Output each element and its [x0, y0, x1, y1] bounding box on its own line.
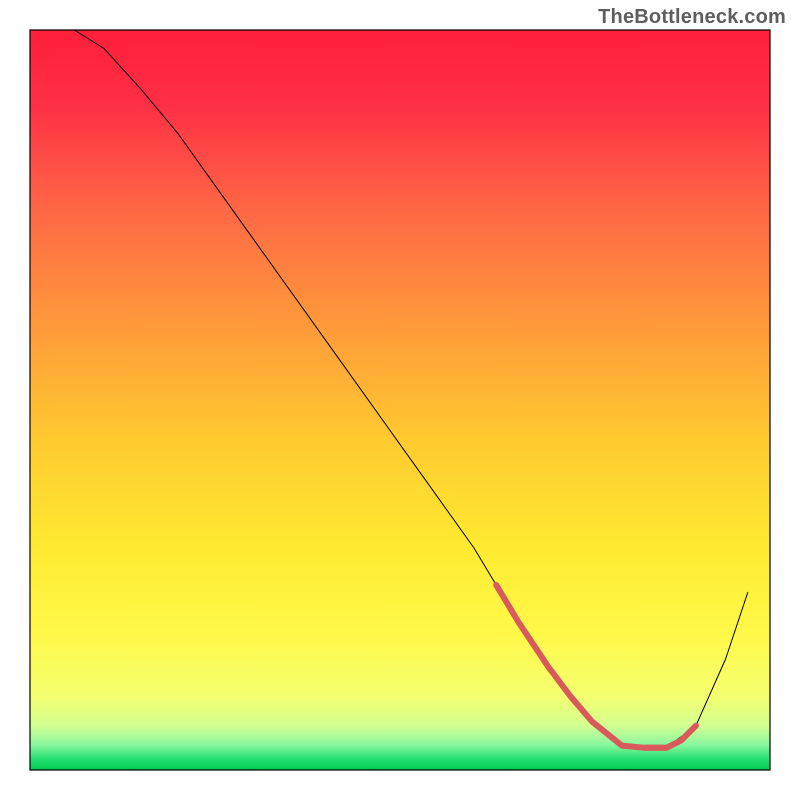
plot-area-rect	[30, 30, 770, 770]
bottleneck-chart	[0, 0, 800, 800]
chart-canvas: TheBottleneck.com	[0, 0, 800, 800]
